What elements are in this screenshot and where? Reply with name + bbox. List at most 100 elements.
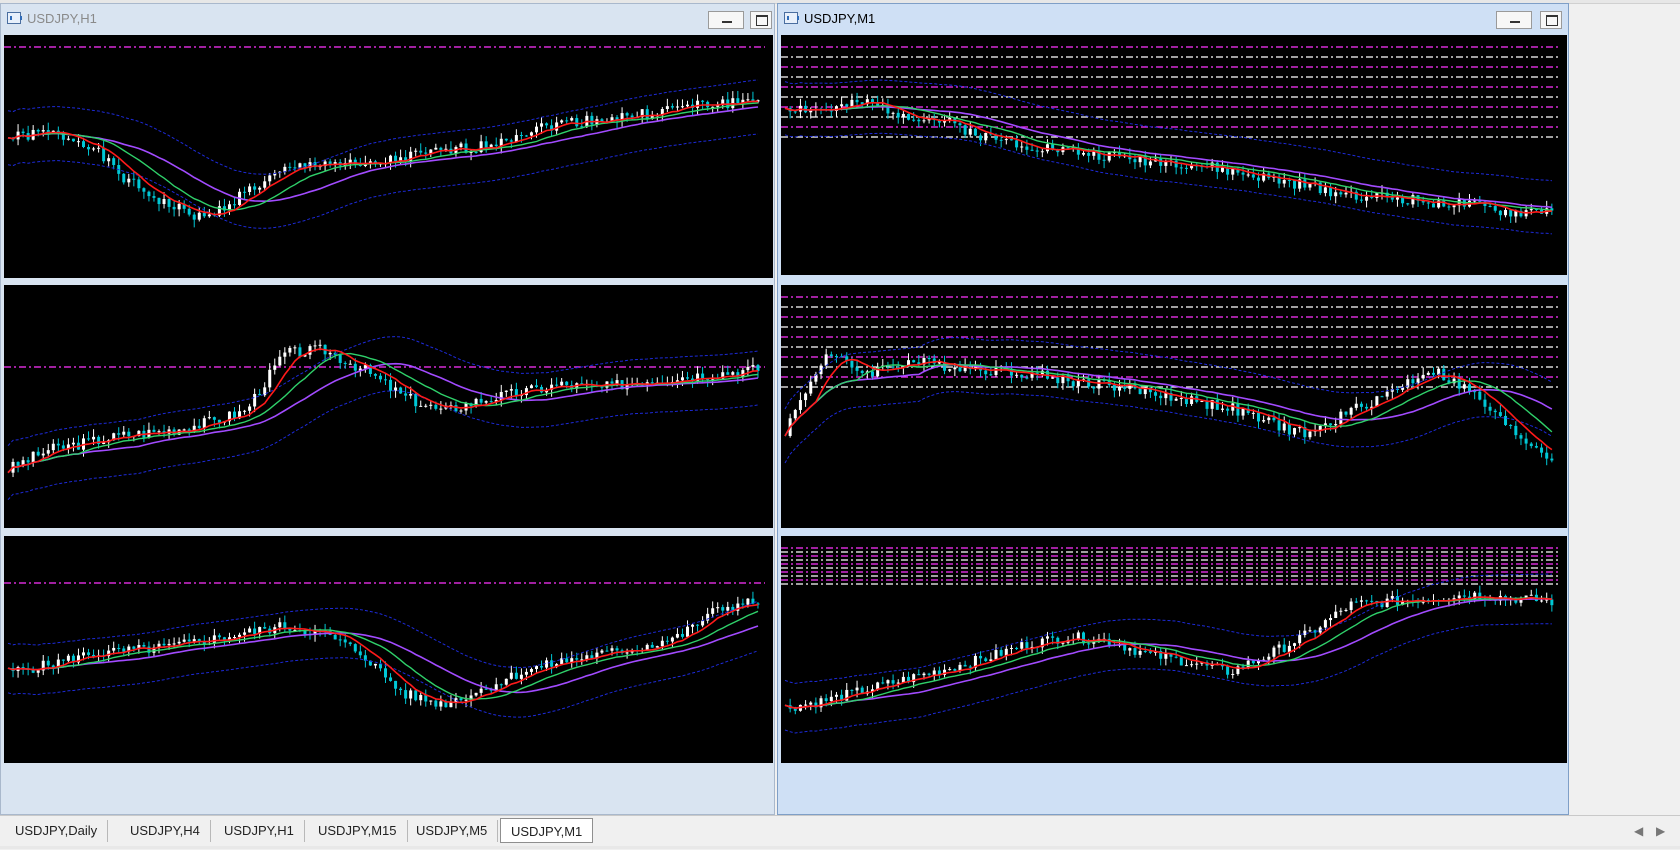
candle-body [891, 112, 895, 114]
chart-panel-4[interactable] [781, 285, 1567, 528]
candle-body [1406, 203, 1410, 205]
candle-body [1545, 452, 1549, 459]
candle-body [333, 634, 337, 640]
tab-usdjpy-m5[interactable]: USDJPY,M5 [406, 820, 499, 842]
tab-usdjpy-h1[interactable]: USDJPY,H1 [214, 820, 305, 842]
candle-body [87, 146, 91, 150]
candle-body [1457, 595, 1461, 599]
candle-body [994, 650, 998, 660]
ma-mid-line [784, 104, 1552, 212]
candle-body [474, 151, 478, 153]
arrow-left-icon[interactable]: ◀ [1634, 824, 1643, 838]
candle-body [1504, 415, 1508, 426]
candle-body [1190, 664, 1194, 666]
candle-body [1282, 644, 1286, 652]
candle-body [1179, 657, 1183, 666]
chart-window-left[interactable]: USDJPY,H1 [0, 3, 775, 815]
arrow-right-icon[interactable]: ▶ [1656, 824, 1665, 838]
candle-body [927, 673, 931, 675]
candle-body [1303, 179, 1307, 188]
candle-body [1550, 599, 1554, 606]
candle-body [1468, 384, 1472, 392]
candle-body [1015, 374, 1019, 376]
tab-usdjpy-daily[interactable]: USDJPY,Daily [5, 820, 109, 842]
candle-body [605, 650, 609, 652]
candle-body [1349, 407, 1353, 415]
candle-body [1488, 406, 1492, 411]
tab-usdjpy-h4[interactable]: USDJPY,H4 [120, 820, 211, 842]
candle-body [162, 643, 166, 646]
window-titlebar-left[interactable]: USDJPY,H1 [1, 4, 774, 32]
candle-body [1370, 600, 1374, 602]
candle-body [459, 698, 463, 701]
candle-body [1334, 424, 1338, 426]
candle-body [615, 380, 619, 384]
candle-body [504, 390, 508, 392]
candle-body [1179, 397, 1183, 399]
candle-body [560, 381, 564, 386]
candle-body [1365, 196, 1369, 201]
candle-body [509, 389, 513, 391]
candle-body [1267, 417, 1271, 421]
band-upper [784, 337, 1553, 410]
candle-body [419, 405, 423, 407]
chart-window-right[interactable]: USDJPY,M1 [777, 3, 1569, 815]
candle-body [1205, 400, 1209, 409]
candle-body [1277, 420, 1281, 431]
window-titlebar-right[interactable]: USDJPY,M1 [778, 4, 1568, 32]
chart-panel-1[interactable] [4, 35, 773, 278]
candle-body [1498, 210, 1502, 216]
ma-fast-line [784, 596, 1552, 710]
ma-fast-line [7, 603, 759, 704]
candle-body [1231, 168, 1235, 175]
candle-body [1184, 167, 1188, 169]
candle-body [1087, 379, 1091, 387]
candle-body [1411, 379, 1415, 384]
candle-body [389, 677, 393, 681]
candle-body [212, 635, 216, 644]
candle-body [746, 598, 750, 605]
candle-body [1298, 635, 1302, 644]
maximize-icon[interactable] [750, 11, 772, 29]
candle-body [535, 385, 538, 387]
candle-body [112, 647, 116, 651]
candle-body [1452, 205, 1456, 208]
candle-body [389, 379, 393, 391]
candle-body [112, 158, 116, 166]
candle-body [686, 626, 689, 637]
candle-body [1025, 377, 1029, 379]
candle-body [1112, 384, 1116, 391]
candle-body [570, 118, 574, 121]
candle-body [696, 100, 700, 108]
tab-usdjpy-m1[interactable]: USDJPY,M1 [500, 818, 594, 843]
candle-body [142, 644, 146, 647]
ma-mid-line [7, 610, 759, 701]
candle-body [248, 628, 252, 633]
candle-body [1071, 381, 1075, 387]
candle-body [1087, 152, 1091, 156]
chart-panel-6[interactable] [781, 536, 1567, 763]
candle-body [891, 680, 895, 684]
candle-body [650, 644, 654, 648]
tab-usdjpy-m15[interactable]: USDJPY,M15 [308, 820, 408, 842]
candle-body [855, 99, 859, 103]
minimize-icon[interactable] [708, 11, 744, 29]
candle-body [253, 393, 257, 407]
candle-body [680, 377, 684, 381]
chart-panel-3[interactable] [4, 285, 773, 528]
chart-panel-5[interactable] [4, 536, 773, 763]
candle-body [348, 363, 352, 365]
candle-body [1174, 160, 1178, 168]
candle-body [439, 147, 443, 150]
chart-panel-2[interactable] [781, 35, 1567, 275]
candle-body [92, 148, 96, 150]
candle-body [298, 347, 302, 357]
candle-body [358, 651, 362, 656]
candle-body [172, 643, 176, 645]
minimize-icon[interactable] [1496, 11, 1532, 29]
candle-body [1190, 396, 1194, 405]
candle-body [1282, 423, 1286, 431]
candle-body [726, 606, 730, 611]
maximize-icon[interactable] [1540, 11, 1562, 29]
candle-body [927, 358, 931, 360]
